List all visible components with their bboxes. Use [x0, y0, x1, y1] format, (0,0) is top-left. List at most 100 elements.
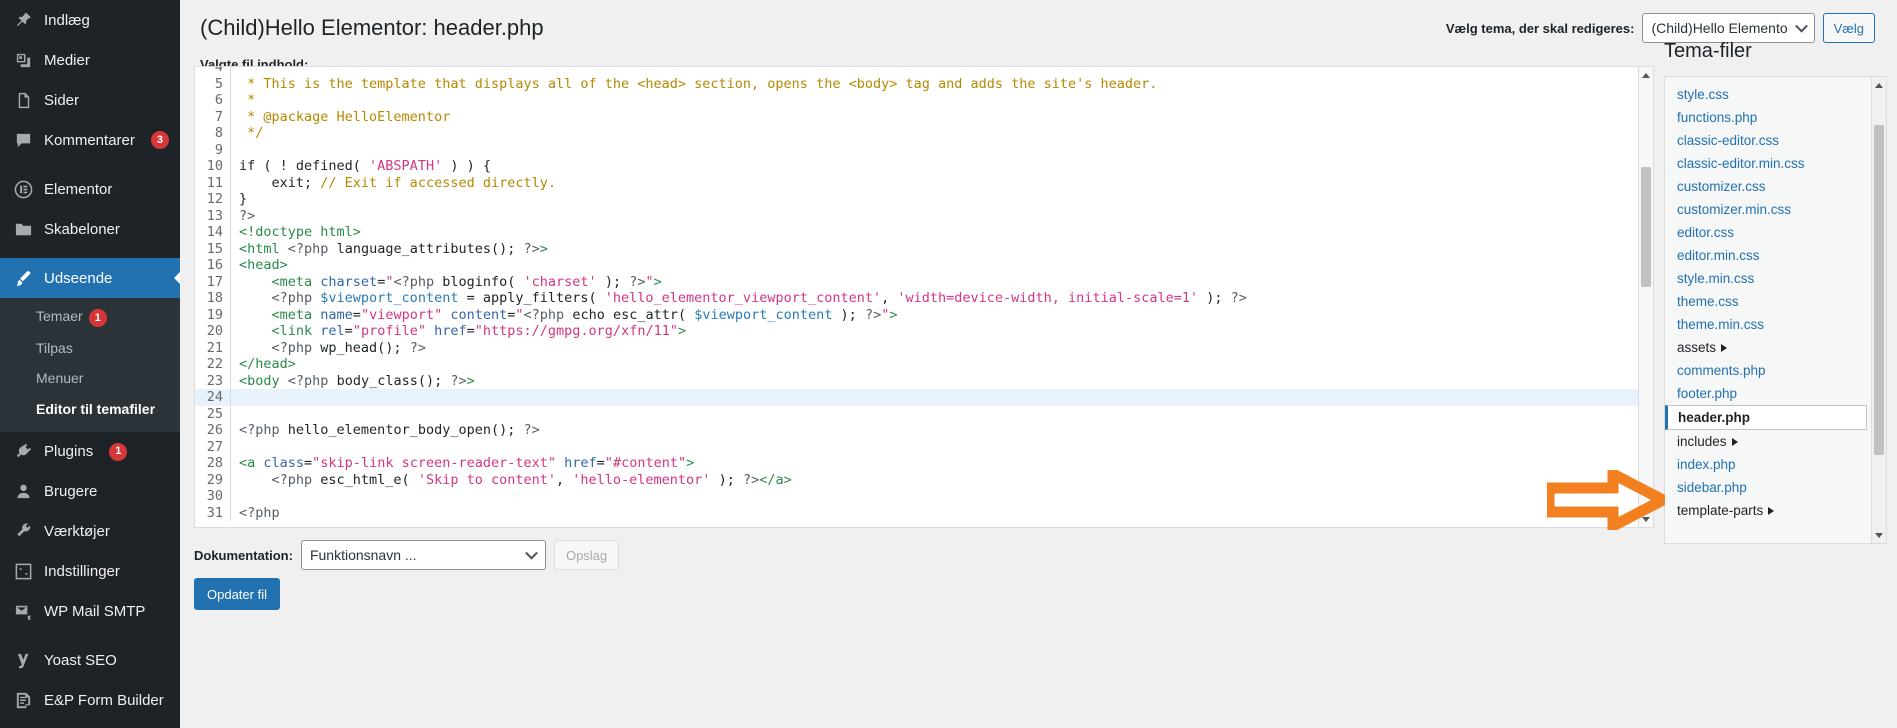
code-line[interactable]: 6 * — [195, 92, 1638, 109]
sidebar-item-brugere[interactable]: Brugere — [0, 472, 180, 512]
file-list-item-editor-min-css[interactable]: editor.min.css — [1665, 244, 1871, 267]
code-line[interactable]: 13 ?> — [195, 207, 1638, 224]
code-line[interactable]: 9 — [195, 141, 1638, 158]
sidebar-item-e-p-form-builder[interactable]: E&P Form Builder — [0, 681, 180, 721]
file-list-item-style-css[interactable]: style.css — [1665, 83, 1871, 106]
sidebar-item-medier[interactable]: Medier — [0, 40, 180, 80]
sidebar-item-wp-mail-smtp[interactable]: WP Mail SMTP — [0, 592, 180, 632]
sidebar-item-yoast-seo[interactable]: Yoast SEO — [0, 641, 180, 681]
code-line[interactable]: 16 <head> — [195, 257, 1638, 274]
file-list-item-label: style.css — [1677, 87, 1729, 102]
file-list-item-header-php[interactable]: header.php — [1665, 405, 1867, 430]
code-line[interactable]: 4 * — [195, 67, 1638, 76]
code-line[interactable]: 26 <?php hello_elementor_body_open(); ?> — [195, 422, 1638, 439]
code-line[interactable]: 21 <?php wp_head(); ?> — [195, 339, 1638, 356]
code-line[interactable]: 14 <!doctype html> — [195, 224, 1638, 241]
code-line-text: <?php esc_html_e( 'Skip to content', 'he… — [239, 471, 792, 488]
code-line[interactable]: 7 * @package HelloElementor — [195, 108, 1638, 125]
scroll-up-icon[interactable] — [1872, 78, 1886, 92]
update-file-button[interactable]: Opdater fil — [194, 578, 280, 610]
code-line[interactable]: 11 exit; // Exit if accessed directly. — [195, 174, 1638, 191]
code-line[interactable]: 18 <?php $viewport_content = apply_filte… — [195, 290, 1638, 307]
file-list-item-functions-php[interactable]: functions.php — [1665, 106, 1871, 129]
sidebar-item-udseende[interactable]: Udseende — [0, 258, 180, 298]
code-line[interactable]: 15 <html <?php language_attributes(); ?>> — [195, 240, 1638, 257]
file-list-item-label: editor.css — [1677, 225, 1735, 240]
sidebar-item-elementor[interactable]: Elementor — [0, 169, 180, 209]
folder-icon — [12, 218, 34, 240]
submenu-item-tilpas[interactable]: Tilpas — [0, 333, 180, 363]
code-editor-text[interactable]: 4 * 5 * This is the template that display… — [195, 67, 1638, 527]
code-line[interactable]: 23 <body <?php body_class(); ?>> — [195, 372, 1638, 389]
file-list-item-editor-css[interactable]: editor.css — [1665, 221, 1871, 244]
file-list-item-index-php[interactable]: index.php — [1665, 453, 1871, 476]
code-line[interactable]: 10 if ( ! defined( 'ABSPATH' ) ) { — [195, 158, 1638, 175]
code-line[interactable]: 25 — [195, 405, 1638, 422]
scroll-down-icon[interactable] — [1639, 512, 1653, 526]
submenu-item-menuer[interactable]: Menuer — [0, 363, 180, 393]
file-list-item-includes[interactable]: includes — [1665, 430, 1871, 453]
editor-scrollbar-thumb[interactable] — [1641, 167, 1651, 287]
file-list-scrollbar[interactable] — [1871, 77, 1886, 543]
theme-select[interactable]: (Child)Hello Elemento — [1642, 13, 1815, 43]
sidebar-item-v-rkt-jer[interactable]: Værktøjer — [0, 512, 180, 552]
file-list-item-footer-php[interactable]: footer.php — [1665, 382, 1871, 405]
file-list-item-template-parts[interactable]: template-parts — [1665, 499, 1871, 522]
form-icon — [12, 690, 34, 712]
code-line[interactable]: 8 */ — [195, 125, 1638, 142]
sidebar-item-label: E&P Form Builder — [44, 692, 164, 710]
file-list-item-theme-css[interactable]: theme.css — [1665, 290, 1871, 313]
submenu-item-label: Editor til temafiler — [36, 400, 156, 417]
file-list-item-assets[interactable]: assets — [1665, 336, 1871, 359]
documentation-select[interactable]: Funktionsnavn ... — [300, 540, 546, 570]
code-line-text: */ — [239, 125, 264, 141]
code-line[interactable]: 28 <a class="skip-link screen-reader-text… — [195, 455, 1638, 472]
sidebar-item-label: Brugere — [44, 483, 98, 501]
file-list-item-label: template-parts — [1677, 503, 1764, 518]
code-line[interactable]: 31 <?php — [195, 504, 1638, 521]
scroll-down-icon[interactable] — [1872, 528, 1886, 542]
code-line[interactable]: 5 * This is the template that displays a… — [195, 75, 1638, 92]
sidebar-item-plugins[interactable]: Plugins 1 — [0, 432, 180, 472]
code-line[interactable]: 17 <meta charset="<?php bloginfo( 'chars… — [195, 273, 1638, 290]
sidebar-item-kommentarer[interactable]: Kommentarer 3 — [0, 120, 180, 160]
file-list-item-sidebar-php[interactable]: sidebar.php — [1665, 476, 1871, 499]
file-list-item-customizer-css[interactable]: customizer.css — [1665, 175, 1871, 198]
code-editor[interactable]: 4 * 5 * This is the template that display… — [194, 66, 1654, 528]
code-line-text: <meta charset="<?php bloginfo( 'charset'… — [239, 273, 662, 290]
media-icon — [12, 49, 34, 71]
editor-scrollbar[interactable] — [1638, 67, 1653, 527]
submenu-item-editor-til-temafiler[interactable]: Editor til temafiler — [0, 394, 180, 424]
submenu-item-temaer[interactable]: Temaer 1 — [0, 301, 180, 333]
sidebar-item-indstillinger[interactable]: Indstillinger — [0, 552, 180, 592]
code-line[interactable]: 19 <meta name="viewport" content="<?php … — [195, 306, 1638, 323]
select-theme-button[interactable]: Vælg — [1822, 13, 1875, 43]
code-line[interactable]: 24 — [195, 389, 1638, 406]
file-list-scrollbar-thumb[interactable] — [1874, 125, 1884, 455]
code-line[interactable]: 27 — [195, 438, 1638, 455]
code-line[interactable]: 12} — [195, 191, 1638, 208]
sidebar-item-label: Medier — [44, 51, 90, 69]
code-line-text: <!doctype html> — [239, 224, 361, 240]
code-line[interactable]: 29 <?php esc_html_e( 'Skip to content', … — [195, 471, 1638, 488]
file-list-item-classic-editor-min-css[interactable]: classic-editor.min.css — [1665, 152, 1871, 175]
code-line[interactable]: 30 — [195, 488, 1638, 505]
file-list-item-comments-php[interactable]: comments.php — [1665, 359, 1871, 382]
code-line-text: <link rel="profile" href="https://gmpg.o… — [239, 323, 687, 339]
lookup-button[interactable]: Opslag — [553, 540, 620, 570]
plugin-icon — [12, 441, 34, 463]
sidebar-item-wordfence[interactable]: Wordfence2 — [0, 721, 180, 728]
file-list-item-classic-editor-css[interactable]: classic-editor.css — [1665, 129, 1871, 152]
sidebar-item-sider[interactable]: Sider — [0, 80, 180, 120]
sidebar-item-indl-g[interactable]: Indlæg — [0, 0, 180, 40]
sidebar-item-skabeloner[interactable]: Skabeloner — [0, 209, 180, 249]
file-list-item-theme-min-css[interactable]: theme.min.css — [1665, 313, 1871, 336]
line-number: 29 — [195, 471, 231, 488]
file-list-item-style-min-css[interactable]: style.min.css — [1665, 267, 1871, 290]
scroll-up-icon[interactable] — [1639, 68, 1653, 82]
code-line[interactable]: 22 </head> — [195, 356, 1638, 373]
code-line-text: ?> — [239, 207, 256, 224]
file-list-item-customizer-min-css[interactable]: customizer.min.css — [1665, 198, 1871, 221]
code-line[interactable]: 20 <link rel="profile" href="https://gmp… — [195, 323, 1638, 340]
file-list-item-label: footer.php — [1677, 386, 1738, 401]
